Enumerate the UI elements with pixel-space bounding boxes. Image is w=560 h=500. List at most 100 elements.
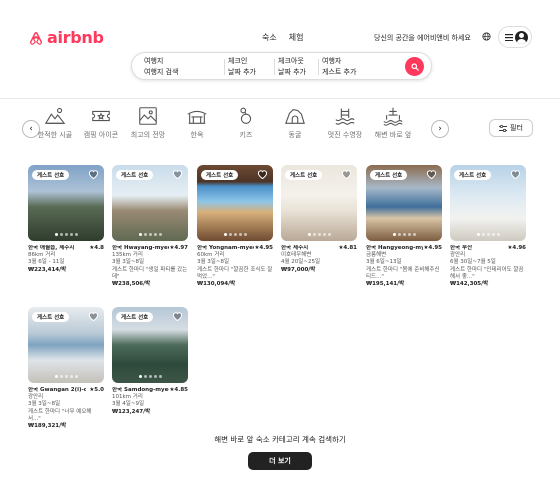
- listing-price: ₩189,321/박: [28, 423, 67, 430]
- listing-card[interactable]: 게스트 선호 한국 Yongnam-myeon ★4.95 60km 거리 3월 …: [197, 165, 273, 288]
- destination-label: 여행지: [144, 57, 164, 65]
- listing-dates: 3월 6일 - 11일: [28, 259, 65, 266]
- category-camping[interactable]: 캠핑 아이콘: [77, 105, 125, 140]
- guest-favorite-badge: 게스트 선호: [285, 170, 323, 180]
- heart-icon[interactable]: [172, 169, 183, 179]
- hamburger-icon: [505, 33, 513, 41]
- globe-icon[interactable]: [482, 32, 491, 41]
- photo-pagination: [28, 233, 104, 236]
- search-button[interactable]: [405, 57, 424, 76]
- airbnb-logo[interactable]: airbnb: [28, 29, 104, 47]
- photo-pagination: [281, 233, 357, 236]
- filter-button[interactable]: 필터: [489, 119, 533, 137]
- listing-photo[interactable]: 게스트 선호: [366, 165, 442, 241]
- guest-favorite-badge: 게스트 선호: [116, 312, 154, 322]
- guest-favorite-badge: 게스트 선호: [201, 170, 239, 180]
- category-label: 최고의 전망: [130, 131, 166, 139]
- listing-dates: 3월 3일~8일: [197, 259, 230, 266]
- listing-review: 게스트 한마디 "몸에 준비해주신 티드...": [366, 266, 440, 280]
- destination-input[interactable]: 여행지 검색: [144, 67, 178, 77]
- listing-card[interactable]: 게스트 선호 한국 Hangyeong-myeon, Cheju★4.95 금릉…: [366, 165, 442, 288]
- show-more-button[interactable]: 더 보기: [248, 452, 312, 470]
- listing-photo[interactable]: 게스트 선호: [281, 165, 357, 241]
- photo-pagination: [112, 375, 188, 378]
- listing-card[interactable]: 게스트 선호 한국 제주시 ★4.81 이호테우해변 4월 20일~25일 ₩97…: [281, 165, 357, 274]
- search-bar: 여행지 여행지 검색 체크인 날짜 추가 체크아웃 날짜 추가 여행자 게스트 …: [131, 52, 432, 80]
- user-menu-button[interactable]: [498, 26, 532, 48]
- cave-icon: [285, 108, 305, 124]
- listing-dates: 3월 4일~9일: [112, 401, 145, 408]
- destination-field[interactable]: 여행지 여행지 검색: [144, 57, 178, 77]
- checkin-field[interactable]: 체크인 날짜 추가: [228, 57, 256, 77]
- listing-photo[interactable]: 게스트 선호: [197, 165, 273, 241]
- checkout-field[interactable]: 체크아웃 날짜 추가: [278, 57, 306, 77]
- listing-price: ₩97,000/박: [281, 266, 316, 273]
- category-beach[interactable]: 해변 바로 앞: [369, 105, 417, 140]
- category-next-button[interactable]: ›: [431, 120, 449, 138]
- category-label: 한적한 시골: [37, 131, 73, 139]
- category-countryside[interactable]: 한적한 시골: [31, 105, 79, 140]
- listing-card[interactable]: 게스트 선호 한국 애월읍, 제주시 ★4.8 86km 거리 3월 6일 - 1…: [28, 165, 104, 274]
- listing-price: ₩195,141/박: [366, 281, 405, 288]
- beach-icon: [383, 107, 403, 126]
- filter-icon: [499, 124, 508, 132]
- kids-icon: [240, 107, 252, 124]
- category-cave[interactable]: 동굴: [271, 105, 319, 140]
- guest-favorite-badge: 게스트 선호: [116, 170, 154, 180]
- photo-pagination: [28, 375, 104, 378]
- avatar-icon: [515, 30, 528, 44]
- listing-card[interactable]: 게스트 선호 한국 Gwangan 2(i)-dong★5.0 광안리 3월 3…: [28, 307, 104, 430]
- countryside-icon: [44, 107, 66, 124]
- checkin-value: 날짜 추가: [228, 68, 256, 76]
- listing-card[interactable]: 게스트 선호 한국 Samdong-myeon★4.85 101km 거리 3월…: [112, 307, 188, 416]
- checkout-value: 날짜 추가: [278, 68, 306, 76]
- listing-review: 게스트 한마디 "인테리어도 깔끔해서 좋...": [450, 266, 524, 280]
- listing-rating: ★4.95: [254, 245, 273, 251]
- divider: [274, 59, 275, 75]
- listing-rating: ★4.85: [169, 387, 188, 393]
- listing-dates: 6월 30일~7월 5일: [450, 259, 496, 266]
- heart-icon[interactable]: [510, 169, 521, 179]
- listing-photo[interactable]: 게스트 선호: [450, 165, 526, 241]
- listing-card[interactable]: 게스트 선호 한국 Hwayang-myeon, Yeosu★4.97 135k…: [112, 165, 188, 288]
- tab-stays[interactable]: 숙소: [262, 32, 277, 43]
- guests-value: 게스트 추가: [322, 68, 357, 76]
- heart-icon[interactable]: [88, 169, 99, 179]
- photo-pagination: [366, 233, 442, 236]
- listing-price: ₩238,506/박: [112, 281, 151, 288]
- tab-experiences[interactable]: 체험: [289, 32, 304, 43]
- listing-photo[interactable]: 게스트 선호: [28, 307, 104, 383]
- listing-rating: ★4.97: [169, 245, 188, 251]
- category-label: 키즈: [239, 131, 253, 139]
- hanok-icon: [187, 110, 207, 124]
- heart-icon[interactable]: [172, 311, 183, 321]
- header: airbnb 숙소 체험 당신의 공간을 에어비앤비 하세요 여행지 여행지 검…: [0, 0, 560, 100]
- heart-icon[interactable]: [341, 169, 352, 179]
- listing-rating: ★4.8: [89, 245, 104, 251]
- category-view[interactable]: 최고의 전망: [124, 105, 172, 140]
- guests-label: 여행자: [322, 57, 342, 65]
- listing-photo[interactable]: 게스트 선호: [112, 165, 188, 241]
- photo-pagination: [197, 233, 273, 236]
- photo-pagination: [450, 233, 526, 236]
- heart-icon[interactable]: [257, 169, 268, 179]
- listing-dates: 4월 20일~25일: [281, 259, 321, 266]
- listing-price: ₩142,305/박: [450, 281, 489, 288]
- listing-rating: ★4.81: [338, 245, 357, 251]
- category-label: 해변 바로 앞: [374, 131, 412, 139]
- host-link[interactable]: 당신의 공간을 에어비앤비 하세요: [374, 33, 471, 43]
- heart-icon[interactable]: [426, 169, 437, 179]
- listing-card[interactable]: 게스트 선호 한국 부산 ★4.96 광안리 6월 30일~7월 5일 게스트 한…: [450, 165, 526, 288]
- heart-icon[interactable]: [88, 311, 99, 321]
- guests-field[interactable]: 여행자 게스트 추가: [322, 57, 356, 77]
- category-kids[interactable]: 키즈: [222, 105, 270, 140]
- listing-review: 게스트 한마디 "너무 예오해서...": [28, 408, 92, 422]
- listing-photo[interactable]: 게스트 선호: [28, 165, 104, 241]
- listing-photo[interactable]: 게스트 선호: [112, 307, 188, 383]
- guest-favorite-badge: 게스트 선호: [454, 170, 492, 180]
- listing-dates: 3월 3일~8일: [28, 401, 61, 408]
- category-hanok[interactable]: 한옥: [173, 105, 221, 140]
- listing-review: 게스트 한마디 "생일 파티를 갔는데": [112, 266, 188, 280]
- category-label: 캠핑 아이콘: [83, 131, 119, 139]
- category-pool[interactable]: 멋진 수영장: [321, 105, 369, 140]
